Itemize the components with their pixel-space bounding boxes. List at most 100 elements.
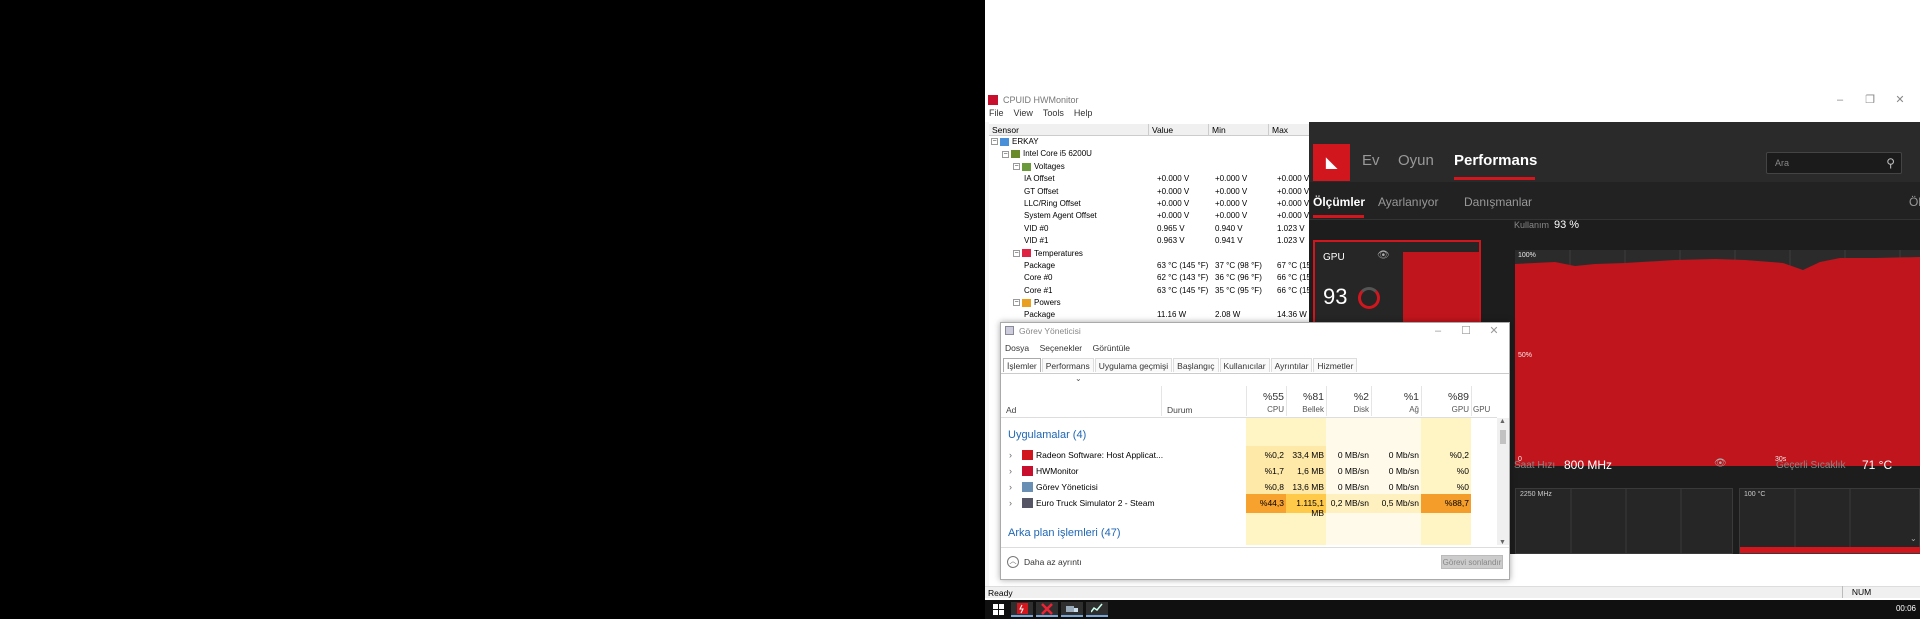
sensor-row[interactable]: VID #1 0.963 V 0.941 V 1.023 V bbox=[989, 235, 1314, 247]
taskbar-clock[interactable]: 00:06 bbox=[1896, 604, 1916, 613]
tree-collapse-icon[interactable]: − bbox=[1013, 163, 1020, 171]
menu-file[interactable]: File bbox=[989, 108, 1004, 122]
group-background[interactable]: Arka plan işlemleri (47) bbox=[1008, 527, 1120, 539]
sensor-row[interactable]: Core #0 62 °C (143 °F) 36 °C (96 °F) 66 °C … bbox=[989, 272, 1314, 284]
tab-uygulama-gecmisi[interactable]: Uygulama geçmişi bbox=[1094, 358, 1173, 372]
tm-menu-dosya[interactable]: Dosya bbox=[1005, 343, 1029, 353]
end-task-button[interactable]: Görevi sonlandır bbox=[1441, 555, 1503, 569]
sensor-value: 11.16 W bbox=[1157, 310, 1187, 320]
app-row[interactable]: › Euro Truck Simulator 2 - Steam %44,3 1.11… bbox=[1001, 494, 1497, 518]
sensor-row[interactable]: IA Offset +0.000 V +0.000 V +0.000 V bbox=[989, 173, 1314, 185]
vertical-scrollbar[interactable]: ▲ ▼ bbox=[1497, 418, 1509, 545]
header-net-pct[interactable]: %1 bbox=[1371, 391, 1419, 403]
radeon-taskbar-icon[interactable] bbox=[1036, 602, 1058, 617]
header-durum[interactable]: Durum bbox=[1167, 405, 1193, 415]
sensor-row[interactable]: − ERKAY bbox=[989, 136, 1314, 148]
nav-performans[interactable]: Performans bbox=[1454, 152, 1537, 169]
header-mem[interactable]: Bellek bbox=[1286, 405, 1324, 414]
header-gpu[interactable]: GPU bbox=[1421, 405, 1469, 414]
tab-baslangic[interactable]: Başlangıç bbox=[1173, 358, 1219, 372]
minimize-button[interactable]: – bbox=[1825, 92, 1855, 108]
subtab-ayarlaniyor[interactable]: Ayarlanıyor bbox=[1378, 195, 1438, 209]
amd-logo-icon[interactable]: ◣ bbox=[1313, 144, 1350, 181]
sensor-row[interactable]: LLC/Ring Offset +0.000 V +0.000 V +0.000 V bbox=[989, 198, 1314, 210]
expand-chevron-icon[interactable]: › bbox=[1009, 498, 1012, 508]
header-cpu-pct[interactable]: %55 bbox=[1246, 391, 1284, 403]
eye-icon[interactable]: 👁 bbox=[1377, 250, 1390, 261]
tab-hizmetler[interactable]: Hizmetler bbox=[1313, 358, 1358, 372]
sensor-name-text: Core #0 bbox=[1024, 273, 1053, 283]
tab-islemler[interactable]: İşlemler bbox=[1003, 358, 1041, 372]
header-disk-pct[interactable]: %2 bbox=[1326, 391, 1369, 403]
subtab-olc[interactable]: Ölç bbox=[1909, 195, 1920, 209]
tab-ayrintilar[interactable]: Ayrıntılar bbox=[1270, 358, 1313, 372]
sensor-row[interactable]: VID #0 0.965 V 0.940 V 1.023 V bbox=[989, 223, 1314, 235]
expand-chevron-icon[interactable]: › bbox=[1009, 466, 1012, 476]
header-mem-pct[interactable]: %81 bbox=[1286, 391, 1324, 403]
scroll-thumb[interactable] bbox=[1500, 430, 1506, 444]
menu-view[interactable]: View bbox=[1014, 108, 1033, 122]
expand-chevron-icon[interactable]: › bbox=[1009, 450, 1012, 460]
col-min[interactable]: Min bbox=[1209, 124, 1269, 135]
sensor-name: IA Offset bbox=[1024, 173, 1055, 185]
taskmgr-taskbar-icon[interactable] bbox=[1086, 602, 1108, 617]
process-list: ⌄ Ad Durum %55 CPU %81 Bellek %2 Disk %1… bbox=[1001, 373, 1509, 545]
subtab-danismanlar[interactable]: Danışmanlar bbox=[1464, 195, 1532, 209]
search-input[interactable]: Ara ⚲ bbox=[1766, 152, 1902, 174]
search-icon[interactable]: ⚲ bbox=[1886, 156, 1895, 170]
tree-collapse-icon[interactable]: − bbox=[1013, 299, 1020, 307]
hwmonitor-taskbar-icon[interactable] bbox=[1011, 602, 1033, 617]
sensor-name: Core #0 bbox=[1024, 272, 1052, 284]
tm-maximize-button[interactable]: ☐ bbox=[1451, 323, 1481, 339]
group-apps[interactable]: Uygulamalar (4) bbox=[1008, 429, 1086, 441]
nav-ev[interactable]: Ev bbox=[1362, 152, 1380, 169]
sensor-name: − Temperatures bbox=[1013, 248, 1083, 260]
sensor-row[interactable]: − Intel Core i5 6200U bbox=[989, 148, 1314, 160]
restore-button[interactable]: ❐ bbox=[1855, 92, 1885, 108]
header-net[interactable]: Ağ bbox=[1371, 405, 1419, 414]
start-windows-icon[interactable] bbox=[987, 602, 1009, 617]
sensor-row[interactable]: − Temperatures bbox=[989, 248, 1314, 260]
tab-performans[interactable]: Performans bbox=[1041, 358, 1094, 372]
menu-tools[interactable]: Tools bbox=[1043, 108, 1064, 122]
hwmonitor-titlebar[interactable]: CPUID HWMonitor bbox=[985, 92, 1920, 108]
tree-collapse-icon[interactable]: − bbox=[1013, 249, 1020, 257]
expand-chevron-icon[interactable]: › bbox=[1009, 482, 1012, 492]
sensor-row[interactable]: Core #1 63 °C (145 °F) 35 °C (95 °F) 66 °C … bbox=[989, 285, 1314, 297]
col-value[interactable]: Value bbox=[1149, 124, 1209, 135]
tm-menu-goruntule[interactable]: Görüntüle bbox=[1093, 343, 1130, 353]
eye-icon[interactable]: 👁 bbox=[1714, 458, 1727, 469]
truck-taskbar-icon[interactable] bbox=[1061, 602, 1083, 617]
header-ad[interactable]: Ad bbox=[1006, 405, 1016, 415]
subtab-olcumler[interactable]: Ölçümler bbox=[1313, 195, 1365, 209]
app-gpu: %88,7 bbox=[1444, 498, 1469, 508]
sensor-row[interactable]: − Powers bbox=[989, 297, 1314, 309]
header-cpu[interactable]: CPU bbox=[1246, 405, 1284, 414]
tree-collapse-icon[interactable]: − bbox=[991, 138, 998, 146]
col-sensor[interactable]: Sensor bbox=[989, 124, 1149, 135]
sensor-row[interactable]: GT Offset +0.000 V +0.000 V +0.000 V bbox=[989, 186, 1314, 198]
scroll-up-icon[interactable]: ▲ bbox=[1499, 418, 1506, 425]
sensor-row[interactable]: − Voltages bbox=[989, 161, 1314, 173]
tm-menu-secenekler[interactable]: Seçenekler bbox=[1040, 343, 1083, 353]
scroll-down-icon[interactable]: ⌄ bbox=[1910, 534, 1920, 554]
col-max[interactable]: Max bbox=[1269, 124, 1314, 135]
menu-help[interactable]: Help bbox=[1074, 108, 1093, 122]
tm-minimize-button[interactable]: – bbox=[1423, 323, 1453, 339]
tab-kullanicilar[interactable]: Kullanıcılar bbox=[1219, 358, 1270, 372]
header-gpu-pct[interactable]: %89 bbox=[1421, 391, 1469, 403]
sensor-name-text: Temperatures bbox=[1034, 248, 1083, 258]
header-disk[interactable]: Disk bbox=[1326, 405, 1369, 414]
sort-chevron-icon[interactable]: ⌄ bbox=[1075, 374, 1082, 383]
nav-oyun[interactable]: Oyun bbox=[1398, 152, 1434, 169]
tree-collapse-icon[interactable]: − bbox=[1002, 150, 1009, 158]
tm-close-button[interactable]: ✕ bbox=[1479, 323, 1509, 339]
less-details-button[interactable]: ︿ Daha az ayrıntı bbox=[1007, 556, 1082, 568]
sensor-row[interactable]: Package 11.16 W 2.08 W 14.36 W bbox=[989, 309, 1314, 321]
sensor-row[interactable]: System Agent Offset +0.000 V +0.000 V +0.00… bbox=[989, 210, 1314, 222]
close-button[interactable]: ✕ bbox=[1885, 92, 1915, 108]
sensor-row[interactable]: Package 63 °C (145 °F) 37 °C (98 °F) 67 °C … bbox=[989, 260, 1314, 272]
scroll-down-icon[interactable]: ▼ bbox=[1499, 539, 1506, 545]
header-gpu-engine[interactable]: GPU bbox=[1473, 405, 1493, 414]
task-manager-titlebar[interactable]: Görev Yöneticisi – ☐ ✕ bbox=[1001, 323, 1509, 339]
